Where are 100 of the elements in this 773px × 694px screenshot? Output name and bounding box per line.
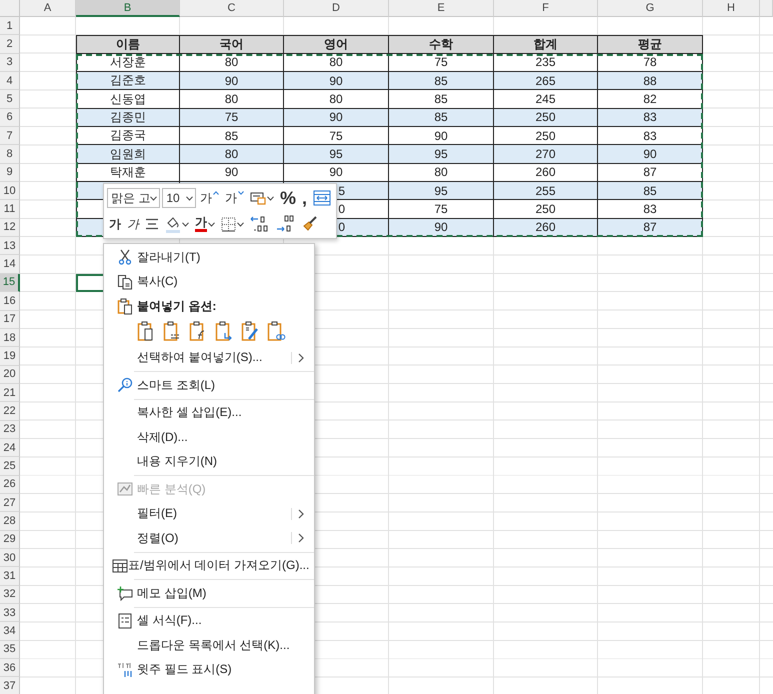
caret-icon	[186, 196, 193, 200]
table-cell: 90	[284, 164, 389, 182]
bold-button[interactable]: 가	[107, 213, 123, 235]
row-header[interactable]: 12	[0, 218, 20, 238]
row-header[interactable]: 5	[0, 90, 20, 109]
table-cell: 85	[389, 90, 494, 109]
row-header[interactable]: 10	[0, 182, 20, 200]
row-header[interactable]: 29	[0, 530, 20, 549]
row-header[interactable]: 16	[0, 292, 20, 310]
row-header[interactable]: 37	[0, 677, 20, 694]
font-name-field[interactable]: 맑은 고	[107, 188, 160, 208]
row-header[interactable]: 31	[0, 567, 20, 586]
row-header[interactable]: 13	[0, 237, 20, 256]
table-cell: 90	[389, 127, 494, 146]
menu-item[interactable]: 메모 삽입(M)	[104, 581, 314, 606]
row-header[interactable]: 2	[0, 35, 20, 54]
paste-formatting-icon[interactable]	[241, 321, 261, 343]
row-header[interactable]: 23	[0, 420, 20, 439]
column-header[interactable]: H	[703, 0, 760, 17]
row-header[interactable]: 21	[0, 384, 20, 402]
row-header[interactable]: 19	[0, 347, 20, 366]
row-header[interactable]: 27	[0, 494, 20, 512]
menu-item[interactable]: 정렬(O)	[104, 526, 314, 550]
row-header[interactable]: 3	[0, 54, 20, 72]
row-header[interactable]: 25	[0, 457, 20, 476]
row-header[interactable]: 35	[0, 640, 20, 660]
row-header[interactable]: 33	[0, 604, 20, 622]
table-cell: 250	[494, 127, 598, 146]
row-header[interactable]: 28	[0, 512, 20, 531]
row-header[interactable]: 24	[0, 438, 20, 458]
row-header[interactable]: 15	[0, 274, 20, 292]
table-cell: 83	[598, 200, 703, 219]
table-cell: 95	[284, 145, 389, 164]
table-cell: 90	[284, 72, 389, 90]
format-painter-icon	[302, 216, 318, 232]
row-header[interactable]: 22	[0, 402, 20, 421]
menu-item[interactable]: 표/범위에서 데이터 가져오기(G)...	[104, 554, 314, 578]
font-color-button[interactable]: 가	[193, 213, 217, 235]
italic-button[interactable]: 가	[125, 213, 141, 235]
row-header[interactable]: 17	[0, 310, 20, 329]
table-cell: 80	[389, 164, 494, 182]
menu-item[interactable]: 윗주 필드 표시(S)	[104, 658, 314, 682]
menu-item[interactable]: 복사한 셀 삽입(E)...	[104, 400, 314, 425]
table-cell: 270	[494, 145, 598, 164]
caret-icon	[208, 222, 215, 226]
menu-item[interactable]: 복사(C)	[104, 270, 314, 294]
row-header[interactable]: 9	[0, 164, 20, 182]
row-header[interactable]: 36	[0, 659, 20, 678]
table-cell: 85	[598, 182, 703, 200]
menu-item[interactable]: 선택하여 붙여넣기(S)...	[104, 346, 314, 370]
menu-item[interactable]: 드롭다운 목록에서 선택(K)...	[104, 633, 314, 658]
row-header[interactable]: 6	[0, 108, 20, 128]
row-header[interactable]: 20	[0, 366, 20, 384]
magnifier-icon	[116, 377, 132, 394]
borders-icon	[221, 216, 236, 232]
paste-link-icon[interactable]	[267, 321, 287, 343]
table-cell: 90	[180, 164, 284, 182]
menu-item[interactable]: 스마트 조회(L)	[104, 373, 314, 398]
row-header[interactable]: 26	[0, 476, 20, 494]
menu-item[interactable]: 삭제(D)...	[104, 425, 314, 450]
row-header[interactable]: 8	[0, 145, 20, 164]
column-header[interactable]: F	[494, 0, 598, 17]
row-header[interactable]: 7	[0, 127, 20, 146]
scissors-icon	[118, 249, 132, 266]
menu-item[interactable]: 내용 지우기(N)	[104, 450, 314, 474]
column-header[interactable]: B	[76, 0, 180, 17]
row-header[interactable]: 32	[0, 586, 20, 604]
table-cell: 82	[598, 90, 703, 109]
increase-font-button[interactable]: 가	[198, 187, 221, 209]
table-cell: 90	[598, 145, 703, 164]
table-cell: 250	[494, 108, 598, 128]
row-header[interactable]: 11	[0, 200, 20, 219]
menu-item[interactable]: 잘라내기(T)	[104, 245, 314, 270]
font-size-field[interactable]: 10	[162, 188, 196, 208]
column-header[interactable]: D	[284, 0, 389, 17]
menu-item[interactable]: 셀 서식(F)...	[104, 608, 314, 633]
table-cell: 85	[180, 127, 284, 146]
table-cell: 75	[284, 127, 389, 146]
decrease-decimal-icon	[250, 215, 270, 233]
decrease-font-button[interactable]: 가	[222, 187, 246, 209]
table-cell: 80	[284, 90, 389, 109]
format-cells-icon	[118, 612, 132, 629]
row-header[interactable]: 18	[0, 328, 20, 348]
row-header[interactable]: 30	[0, 548, 20, 568]
row-header[interactable]: 1	[0, 17, 20, 36]
fill-color-icon	[165, 216, 181, 232]
number-format-icon	[250, 191, 266, 205]
column-header[interactable]: E	[389, 0, 494, 17]
column-header[interactable]: A	[20, 0, 76, 17]
menu-item[interactable]: 필터(E)	[104, 502, 314, 526]
table-cell: 83	[598, 108, 703, 128]
table-cell: 김준호	[76, 72, 180, 90]
row-header[interactable]: 14	[0, 255, 20, 274]
table-cell: 250	[494, 200, 598, 219]
row-header[interactable]: 4	[0, 72, 20, 90]
caret-icon	[182, 222, 189, 226]
row-header[interactable]: 34	[0, 622, 20, 641]
column-header[interactable]: C	[180, 0, 284, 17]
table-cell: 260	[494, 164, 598, 182]
column-header[interactable]: G	[598, 0, 703, 17]
